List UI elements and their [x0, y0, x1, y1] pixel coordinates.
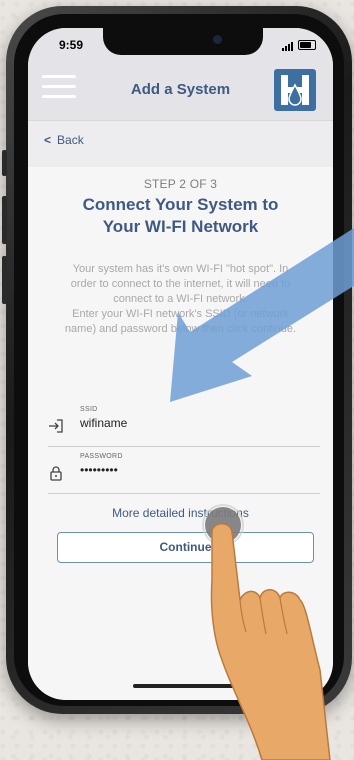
signal-icon — [282, 42, 293, 51]
paragraph-line: order to connect to the internet, it wil… — [70, 278, 291, 290]
instructions-paragraph: Your system has it's own WI-FI "hot spot… — [38, 262, 323, 337]
lock-icon — [50, 466, 62, 481]
phone-screen: 9:59 Add a System < Back STEP 2 OF 3 Conn… — [28, 28, 333, 700]
back-label: Back — [57, 133, 84, 147]
back-bar: < Back — [28, 120, 333, 168]
home-indicator — [133, 684, 243, 688]
chevron-left-icon: < — [44, 133, 52, 147]
heading-line-1: Connect Your System to — [82, 195, 279, 214]
paragraph-line: name) and password below then click cont… — [64, 323, 297, 335]
back-button[interactable]: < Back — [44, 133, 84, 147]
app-header: 9:59 Add a System — [28, 28, 333, 120]
h-logo-icon[interactable] — [274, 69, 316, 111]
volume-down-button — [2, 256, 7, 304]
paragraph-line: Your system has it's own WI-FI "hot spot… — [72, 263, 289, 275]
ssid-field[interactable]: SSID wifiname — [48, 406, 320, 447]
battery-icon — [298, 40, 316, 50]
heading-line-2: Your WI-FI Network — [102, 217, 259, 236]
ssid-label: SSID — [80, 406, 98, 413]
more-instructions-link[interactable]: More detailed instructions — [28, 506, 333, 520]
status-time: 9:59 — [59, 38, 84, 52]
password-label: PASSWORD — [80, 453, 123, 460]
continue-button[interactable]: Continue — [57, 532, 314, 563]
ssid-input[interactable]: wifiname — [80, 416, 127, 430]
step-indicator: STEP 2 OF 3 — [143, 177, 218, 191]
page-heading: Connect Your System to Your WI-FI Networ… — [48, 194, 313, 238]
notch — [103, 28, 263, 55]
main-content: STEP 2 OF 3 Connect Your System to Your … — [28, 167, 333, 700]
mute-switch — [2, 150, 7, 176]
paragraph-line: Enter your WI-FI network's SSID (or netw… — [72, 308, 289, 320]
password-field[interactable]: PASSWORD ••••••••• — [48, 453, 320, 494]
paragraph-line: connect to a WI-FI network. — [113, 293, 248, 305]
camera-icon — [213, 35, 222, 44]
password-input[interactable]: ••••••••• — [80, 463, 118, 477]
volume-up-button — [2, 196, 7, 244]
login-arrow-icon — [49, 419, 63, 433]
